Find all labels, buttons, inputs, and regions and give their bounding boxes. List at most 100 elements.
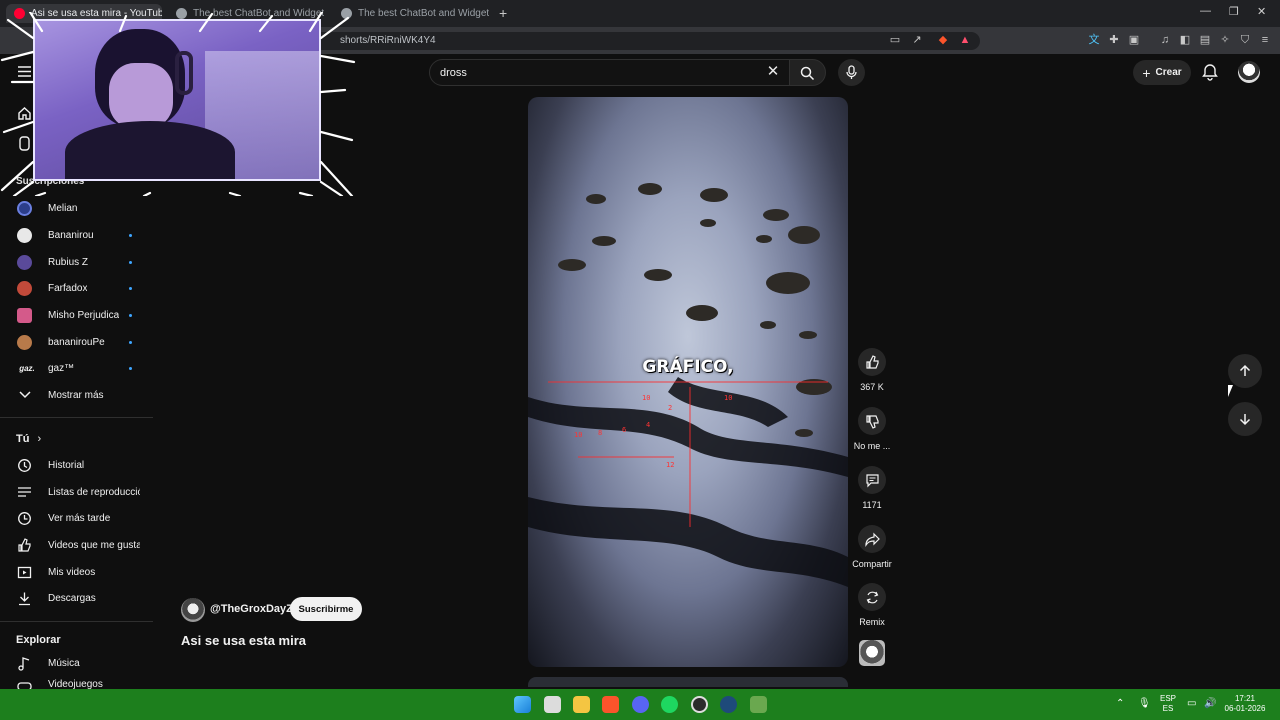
subscription-bananirou[interactable]: Bananirou (0, 223, 155, 247)
media-icon[interactable]: ♫ (1158, 33, 1172, 47)
network-icon[interactable]: ▭ (1187, 699, 1196, 709)
divider (0, 621, 153, 622)
new-tab-button[interactable]: + (499, 5, 507, 21)
microphone-tray-icon[interactable]: 🎙 (1138, 699, 1151, 709)
share-button[interactable]: Compartir (851, 525, 893, 569)
screen-icon[interactable]: ▭ (888, 33, 902, 47)
sidebar-item-downloads[interactable]: Descargas (0, 586, 155, 610)
svg-text:6: 6 (622, 426, 626, 434)
leo-ai-icon[interactable]: ✧ (1218, 33, 1232, 47)
next-short-preview[interactable] (528, 677, 848, 687)
notifications-bell-icon[interactable] (1201, 63, 1219, 81)
channel-name[interactable]: @TheGroxDayZ (210, 603, 293, 615)
subscription-rubius-z[interactable]: Rubius Z (0, 250, 155, 274)
search-input[interactable] (440, 65, 760, 81)
svg-text:10: 10 (724, 394, 732, 402)
remix-button[interactable]: Remix (851, 583, 893, 627)
sidebar-item-my-videos[interactable]: Mis videos (0, 560, 155, 584)
brave-shields-icon[interactable]: ◆ (936, 33, 950, 47)
minimize-icon[interactable]: — (1200, 5, 1211, 17)
subscription-label: Farfadox (48, 282, 88, 294)
playlists-icon (17, 485, 32, 500)
scope-scene: 10 10 2 4 10 8 6 12 (528, 183, 848, 587)
subscription-melian[interactable]: Melian (0, 196, 155, 220)
wallet-icon[interactable]: ▤ (1198, 33, 1212, 47)
account-avatar[interactable] (1238, 61, 1260, 83)
windows-start-icon[interactable] (514, 696, 531, 713)
previous-short-button[interactable] (1228, 354, 1262, 388)
sound-thumbnail[interactable] (859, 640, 885, 666)
spotify-icon[interactable] (661, 696, 678, 713)
file-explorer-icon[interactable] (573, 696, 590, 713)
volume-icon[interactable]: 🔊 (1204, 699, 1216, 709)
windows-taskbar: ⌃ 🎙 ESP ES ▭ 🔊 17:21 06-01-2026 (0, 689, 1280, 720)
task-view-icon[interactable] (544, 696, 561, 713)
search-box[interactable] (429, 59, 790, 86)
tab-chatbot-2[interactable]: The best ChatBot and Widgets for Ki (333, 4, 489, 23)
clear-search-icon[interactable]: ✕ (764, 63, 782, 81)
subscription-misho-perjudica[interactable]: Misho Perjudica (0, 303, 155, 327)
microphone-icon (846, 65, 857, 79)
brave-browser-icon[interactable] (602, 696, 619, 713)
share-page-icon[interactable]: ↗ (910, 33, 924, 47)
dislike-button[interactable]: No me ... (851, 407, 893, 451)
channel-avatar[interactable] (181, 598, 205, 622)
subscription-label: bananirouPe (48, 336, 105, 348)
voice-search-button[interactable] (838, 59, 865, 86)
sidebar-item-label: Listas de reproducción (48, 486, 140, 498)
create-label: Crear (1155, 67, 1182, 78)
divider (0, 417, 153, 418)
vpn-icon[interactable]: ⛉ (1238, 33, 1252, 47)
comments-button[interactable]: 1171 (851, 466, 893, 510)
show-more-button[interactable]: Mostrar más (0, 383, 155, 407)
clock[interactable]: 17:21 06-01-2026 (1222, 694, 1268, 714)
sidebar-item-label: Videojuegos (48, 679, 103, 689)
like-button[interactable]: 367 K (851, 348, 893, 392)
extensions-icon[interactable]: ✚ (1107, 33, 1121, 47)
search-button[interactable] (789, 59, 826, 86)
explore-heading: Explorar (16, 634, 61, 646)
sidebar-item-watch-later[interactable]: Ver más tarde (0, 506, 155, 530)
subscription-label: gaz™ (48, 362, 75, 374)
screenshot-icon[interactable]: ▣ (1127, 33, 1141, 47)
sidebar-item-gaming[interactable]: Videojuegos (0, 679, 155, 689)
close-window-icon[interactable]: ✕ (1257, 5, 1266, 18)
next-short-button[interactable] (1228, 402, 1262, 436)
channel-avatar (17, 334, 32, 350)
create-button[interactable]: + Crear (1133, 60, 1191, 85)
menu-icon[interactable]: ≡ (1258, 33, 1272, 47)
sidebar-item-liked-videos[interactable]: Videos que me gustan (0, 533, 155, 557)
show-hidden-icons-chevron-icon[interactable]: ⌃ (1116, 699, 1124, 709)
subscription-bananiroupe[interactable]: bananirouPe (0, 330, 155, 354)
video-overlay-caption: GRÁFICO, (642, 357, 734, 377)
sidebar-item-label: Historial (48, 459, 85, 471)
remix-icon (858, 583, 886, 611)
you-heading[interactable]: Tú › (16, 433, 41, 445)
clock-time: 17:21 (1234, 694, 1256, 703)
minecraft-icon[interactable] (750, 696, 767, 713)
sidebar-item-history[interactable]: Historial (0, 453, 155, 477)
subscription-gaz[interactable]: gaz. gaz™ (0, 356, 155, 380)
channel-avatar (17, 200, 32, 216)
short-title: Asi se usa esta mira (181, 633, 307, 648)
maximize-icon[interactable]: ❐ (1229, 5, 1239, 18)
sidebar-toggle-icon[interactable]: ◧ (1178, 33, 1192, 47)
shorts-video-player[interactable]: 10 10 2 4 10 8 6 12 GRÁFICO, (528, 97, 848, 667)
discord-icon[interactable] (632, 696, 649, 713)
comment-icon (858, 466, 886, 494)
comment-count: 1171 (862, 500, 882, 510)
language-indicator[interactable]: ESP ES (1158, 694, 1178, 714)
url-field[interactable]: shorts/RRiRniWK4Y4 (290, 32, 980, 50)
translate-icon[interactable]: 文 (1087, 33, 1101, 47)
svg-text:10: 10 (642, 394, 650, 402)
obs-studio-icon[interactable] (691, 696, 708, 713)
music-icon (17, 656, 32, 671)
download-icon (17, 591, 32, 606)
sidebar-item-playlists[interactable]: Listas de reproducción (0, 480, 155, 504)
subscription-label: Misho Perjudica (48, 309, 120, 321)
sidebar-item-music[interactable]: Música (0, 651, 155, 675)
subscription-farfadox[interactable]: Farfadox (0, 276, 155, 300)
subscribe-button[interactable]: Suscribirme (290, 597, 362, 621)
steam-icon[interactable] (720, 696, 737, 713)
brave-rewards-icon[interactable]: ▲ (958, 33, 972, 47)
